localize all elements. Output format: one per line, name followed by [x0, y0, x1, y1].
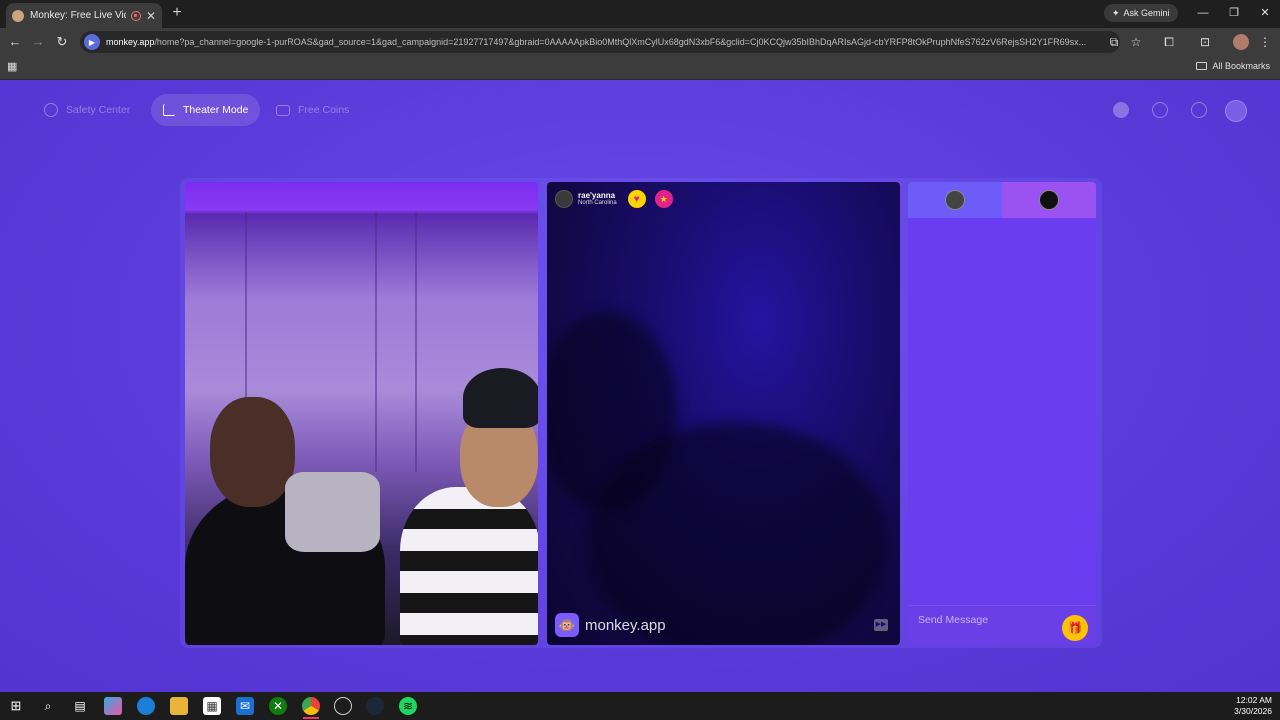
apps-grid-icon[interactable]: ▦: [7, 61, 19, 73]
theater-mode-label: Theater Mode: [183, 104, 249, 116]
chat-tab-self[interactable]: [908, 182, 1002, 218]
brand-watermark: 🐵 monkey.app: [555, 613, 666, 637]
remote-video-feed: rae'yanna North Carolina ♥ ★ 🐵 monkey.ap…: [547, 182, 900, 645]
ask-gemini-button[interactable]: ✦ Ask Gemini: [1104, 4, 1178, 22]
gift-badge-icon: ★: [654, 190, 673, 208]
active-app-indicator: [303, 717, 319, 719]
new-tab-button[interactable]: +: [168, 4, 186, 22]
self-video-feed: [185, 182, 538, 645]
site-info-icon[interactable]: ▶: [84, 34, 100, 50]
steam-icon[interactable]: [366, 697, 384, 715]
person-left-head: [210, 397, 295, 507]
ask-gemini-label: Ask Gemini: [1123, 8, 1170, 18]
back-icon[interactable]: ←: [6, 33, 24, 51]
edge-icon[interactable]: [137, 697, 155, 715]
restore-window-icon[interactable]: ❐: [1219, 3, 1249, 23]
extensions-icon[interactable]: ⧠: [1160, 33, 1178, 51]
tab-search-icon[interactable]: ⊡: [1196, 33, 1214, 51]
heart-badge-icon: ♥: [627, 190, 646, 208]
remote-user-avatar: [555, 190, 573, 208]
recording-icon: [130, 10, 141, 21]
cast-icon[interactable]: ⧉: [1105, 33, 1123, 51]
copilot-icon[interactable]: [104, 697, 122, 715]
safety-center-button[interactable]: Safety Center: [32, 94, 142, 126]
profile-avatar[interactable]: [1233, 34, 1249, 50]
curtain-fold: [415, 212, 417, 472]
windows-taskbar: ⊞ ⌕ ▤ ▦ ✉ ✕ ≋ 12:02 AM 3/30/2026: [0, 692, 1280, 720]
tab-title: Monkey: Free Live Video Ch: [30, 10, 126, 21]
send-message-input[interactable]: Send Message: [918, 614, 988, 626]
curtain-fold: [375, 212, 377, 472]
all-bookmarks-button[interactable]: All Bookmarks: [1196, 61, 1270, 71]
theater-mode-button[interactable]: Theater Mode: [151, 94, 261, 126]
chair: [285, 472, 380, 552]
clock-date: 3/30/2026: [1234, 706, 1272, 716]
user-status-icon[interactable]: [1113, 102, 1129, 118]
free-coins-label: Free Coins: [298, 104, 350, 116]
close-window-icon[interactable]: ✕: [1250, 3, 1280, 23]
clock-time: 12:02 AM: [1236, 695, 1272, 705]
monkey-page: Safety Center Theater Mode Free Coins ra…: [0, 80, 1280, 692]
remote-user-info[interactable]: rae'yanna North Carolina ♥ ★: [555, 190, 673, 208]
expand-icon: [163, 104, 175, 116]
account-avatar[interactable]: [1225, 100, 1247, 122]
chat-input-area[interactable]: Send Message 🎁: [908, 605, 1096, 645]
file-explorer-icon[interactable]: [170, 697, 188, 715]
url-host: monkey.app: [106, 37, 155, 47]
free-coins-button[interactable]: Free Coins: [264, 94, 361, 126]
chrome-icon[interactable]: [302, 697, 320, 715]
menu-kebab-icon[interactable]: ⋮: [1256, 33, 1274, 51]
chat-tabs: [908, 182, 1096, 218]
history-clock-icon[interactable]: [1152, 102, 1168, 118]
gemini-sparkle-icon: ✦: [1112, 7, 1120, 18]
gift-button[interactable]: 🎁: [1062, 615, 1088, 641]
forward-icon[interactable]: →: [29, 33, 47, 51]
tab-close-icon[interactable]: ✕: [146, 9, 156, 23]
minimize-window-icon[interactable]: —: [1188, 3, 1218, 23]
chat-panel: Send Message 🎁: [908, 182, 1096, 645]
reload-icon[interactable]: ↻: [53, 33, 71, 51]
bookmarks-bar: ▦ All Bookmarks: [0, 56, 1280, 80]
coins-icon: [276, 104, 290, 116]
remote-user-name: rae'yanna: [578, 191, 616, 200]
chat-tab-remote[interactable]: [1002, 182, 1096, 218]
browser-tab-bar: Monkey: Free Live Video Ch ✕ + ✦ Ask Gem…: [0, 0, 1280, 28]
address-bar[interactable]: ▶ monkey.app /home?pa_channel=google-1-p…: [80, 31, 1120, 53]
self-avatar: [945, 190, 965, 210]
browser-toolbar: ← → ↻ ▶ monkey.app /home?pa_channel=goog…: [0, 28, 1280, 56]
task-view-icon[interactable]: ▤: [71, 697, 89, 715]
windows-start-icon[interactable]: ⊞: [7, 697, 25, 715]
beanie: [463, 368, 538, 428]
remote-user-location: North Carolina: [578, 200, 617, 206]
url-path: /home?pa_channel=google-1-purROAS&gad_so…: [154, 37, 1087, 47]
spotify-icon[interactable]: ≋: [399, 697, 417, 715]
shadow-figure: [587, 422, 887, 645]
skip-forward-icon[interactable]: ▶▶: [874, 619, 888, 631]
all-bookmarks-label: All Bookmarks: [1212, 61, 1270, 71]
store-icon[interactable]: ▦: [203, 697, 221, 715]
safety-center-label: Safety Center: [66, 104, 131, 116]
messages-chat-icon[interactable]: [1191, 102, 1207, 118]
bookmark-star-icon[interactable]: ☆: [1127, 33, 1145, 51]
shield-icon: [44, 103, 58, 117]
remote-avatar: [1039, 190, 1059, 210]
monkey-logo-icon: 🐵: [555, 613, 579, 637]
xbox-icon[interactable]: ✕: [269, 697, 287, 715]
brand-name: monkey.app: [585, 616, 666, 634]
outlook-icon[interactable]: ✉: [236, 697, 254, 715]
browser-tab[interactable]: Monkey: Free Live Video Ch ✕: [6, 3, 162, 28]
folder-icon: [1196, 62, 1208, 70]
system-clock[interactable]: 12:02 AM 3/30/2026: [1234, 695, 1272, 717]
person-right-sweater: [400, 487, 538, 645]
obs-icon[interactable]: [334, 697, 352, 715]
monkey-favicon-icon: [12, 9, 24, 22]
search-icon[interactable]: ⌕: [39, 697, 57, 715]
